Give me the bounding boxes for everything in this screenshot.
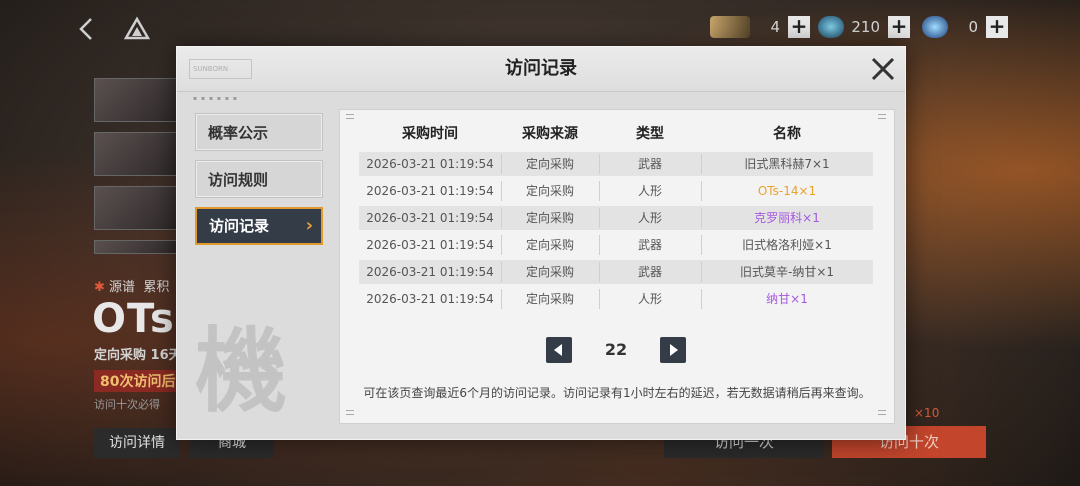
back-icon[interactable] (76, 16, 98, 42)
table-row: 2026-03-21 01:19:54 定向采购 人形 克罗丽科×1 (359, 206, 873, 230)
add-gem-button[interactable]: + (986, 16, 1008, 38)
triangle-right-icon (670, 344, 678, 356)
pity-badge: 80次访问后 (94, 370, 182, 392)
chevron-right-icon: › (305, 215, 313, 236)
page-number: 22 (604, 340, 628, 359)
banner-thumbnail[interactable] (94, 186, 186, 230)
decor-corner (878, 410, 886, 415)
column-header: 名称 (773, 126, 801, 142)
tab-probability[interactable]: 概率公示 (195, 113, 323, 151)
resource-ticket: 4 + (710, 14, 810, 40)
core-count: 210 (851, 18, 880, 36)
column-header: 采购时间 (402, 126, 458, 142)
table-row: 2026-03-21 01:19:54 定向采购 人形 OTs-14×1 (359, 179, 873, 203)
home-icon[interactable] (123, 16, 151, 42)
add-core-button[interactable]: + (888, 16, 910, 38)
visit-details-button[interactable]: 访问详情 (94, 428, 180, 458)
tag-icon: ✱ (94, 280, 105, 295)
core-icon (818, 16, 844, 38)
next-page-button[interactable] (660, 337, 686, 363)
visit-record-dialog: SUNBORN 访问记录 ▪ ▪ ▪ ▪ ▪ ▪ 機 概率公示 访问规则 访问记… (176, 46, 906, 440)
resource-gem: 0 + (922, 14, 1008, 40)
tab-rules[interactable]: 访问规则 (195, 160, 323, 198)
decor-strip: ▪ ▪ ▪ ▪ ▪ ▪ (193, 95, 238, 102)
banner-tagline: ✱ 源谱 累积 (94, 280, 170, 295)
banner-thumbnail[interactable] (94, 78, 186, 122)
gem-icon (922, 16, 948, 38)
decor-corner (346, 114, 354, 119)
pity-note: 访问十次必得 (94, 398, 160, 411)
column-header: 类型 (636, 126, 664, 142)
records-panel: 采购时间 采购来源 类型 名称 2026-03-21 01:19:54 定向采购… (339, 109, 895, 424)
banner-thumbnail[interactable] (94, 132, 186, 176)
column-header: 采购来源 (522, 126, 578, 142)
table-row: 2026-03-21 01:19:54 定向采购 武器 旧式莫辛-纳甘×1 (359, 260, 873, 284)
decor-corner (346, 410, 354, 415)
decor-corner (878, 114, 886, 119)
gem-count: 0 (968, 18, 978, 36)
table-row: 2026-03-21 01:19:54 定向采购 人形 纳甘×1 (359, 287, 873, 311)
banner-subtitle: 定向采购 16天 (94, 348, 182, 363)
banner-thumbnail[interactable] (94, 240, 186, 254)
ticket-count: 4 (770, 18, 780, 36)
records-note: 可在该页查询最近6个月的访问记录。访问记录有1小时左右的延迟，若无数据请稍后再来… (363, 386, 871, 400)
dialog-title: 访问记录 (505, 58, 577, 79)
ten-cost-label: ×10 (914, 406, 940, 420)
ticket-icon (710, 16, 750, 38)
triangle-left-icon (554, 344, 562, 356)
resource-core: 210 + (818, 14, 910, 40)
add-ticket-button[interactable]: + (788, 16, 810, 38)
close-icon[interactable] (867, 53, 899, 85)
table-row: 2026-03-21 01:19:54 定向采购 武器 旧式格洛利娅×1 (359, 233, 873, 257)
decor-glyph: 機 (195, 317, 288, 425)
prev-page-button[interactable] (546, 337, 572, 363)
table-row: 2026-03-21 01:19:54 定向采购 武器 旧式黑科赫7×1 (359, 152, 873, 176)
tab-records[interactable]: 访问记录 › (195, 207, 323, 245)
